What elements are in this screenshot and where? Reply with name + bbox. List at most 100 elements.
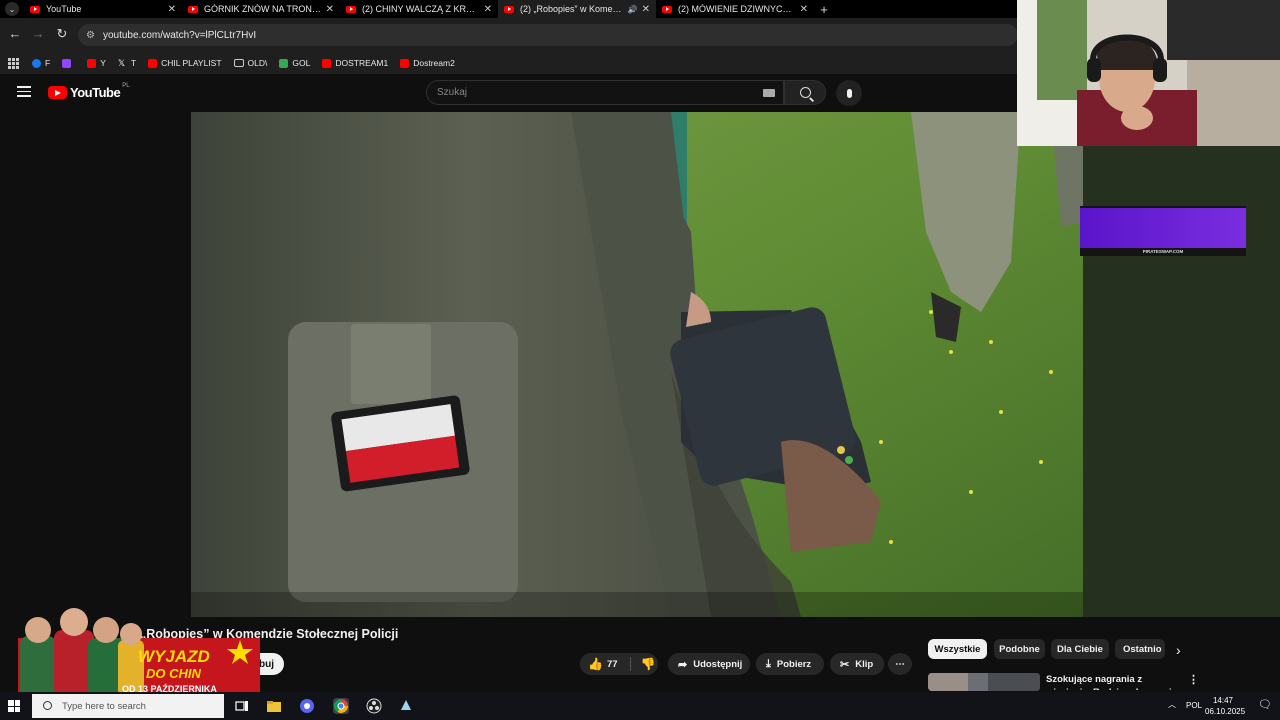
file-explorer-icon[interactable]: [266, 698, 282, 714]
promo-line1: WYJAZD: [138, 647, 210, 666]
recommendation-thumbnail[interactable]: [928, 673, 1040, 691]
obs-icon[interactable]: [366, 698, 382, 714]
url-text: youtube.com/watch?v=lPlCLtr7HvI: [102, 29, 257, 41]
tab-title: YouTube: [46, 4, 82, 14]
tab-title: (2) MÓWIENIE DZIWNYCH KOMENTARZY: [678, 4, 796, 14]
chip-recent[interactable]: Ostatnio: [1115, 639, 1165, 659]
apps-grid-icon[interactable]: [8, 58, 19, 69]
youtube-favicon-icon: [504, 5, 514, 13]
close-tab-icon[interactable]: ✕: [642, 4, 650, 15]
chip-related[interactable]: Podobne: [994, 639, 1045, 659]
chevron-right-icon[interactable]: ›: [1176, 642, 1181, 658]
video-player[interactable]: [191, 112, 1083, 617]
tab-search-button[interactable]: ⌄: [0, 0, 24, 18]
divider: [629, 657, 631, 671]
close-tab-icon[interactable]: ✕: [326, 4, 334, 15]
voice-search-button[interactable]: [836, 80, 862, 106]
bookmark-label: F: [45, 58, 51, 68]
chip-all[interactable]: Wszystkie: [928, 639, 987, 659]
clip-button[interactable]: ✂ Klip: [830, 653, 884, 675]
youtube-favicon-icon: [30, 5, 40, 13]
bookmark-label: Y: [100, 58, 106, 68]
dislike-icon[interactable]: 👎: [641, 657, 656, 671]
youtube-icon: [322, 58, 332, 68]
tab-title: GÓRNIK ZNÓW NA TRONIE! SPOTKANIE Z: [204, 4, 322, 14]
browser-tab-5[interactable]: (2) MÓWIENIE DZIWNYCH KOMENTARZY ✕: [656, 0, 814, 18]
new-tab-button[interactable]: +: [814, 0, 834, 18]
bookmark-item[interactable]: DOSTREAM1: [322, 58, 388, 68]
download-label: Pobierz: [776, 658, 812, 670]
chip-for-you[interactable]: Dla Ciebie: [1051, 639, 1109, 659]
browser-tab-4[interactable]: (2) „Robopies” w Komendzie 🔊 ✕: [498, 0, 656, 18]
bookmark-label: DOSTREAM1: [335, 58, 389, 68]
tab-title: (2) „Robopies” w Komendzie: [520, 4, 625, 14]
forward-arrow-icon[interactable]: →: [29, 26, 47, 41]
share-button[interactable]: ➦ Udostępnij: [668, 653, 750, 675]
close-tab-icon[interactable]: ✕: [168, 4, 176, 15]
stream-promo-banner: WYJAZD DO CHIN OD 13 PAŹDZIERNIKA: [18, 608, 260, 700]
search-button[interactable]: [784, 80, 826, 105]
twitch-icon: [62, 58, 72, 68]
chat-app-icon[interactable]: [299, 698, 315, 714]
search-input[interactable]: Szukaj: [426, 80, 784, 105]
system-clock[interactable]: 14:47 06.10.2025: [1205, 695, 1246, 717]
notifications-icon[interactable]: 🗨: [1258, 698, 1272, 711]
clock-date: 06.10.2025: [1205, 707, 1246, 716]
ad-caption: PIRATESWAP.COM: [1142, 249, 1184, 254]
promo-graphic: WYJAZD DO CHIN OD 13 PAŹDZIERNIKA: [18, 608, 260, 700]
bookmark-item[interactable]: F: [32, 58, 50, 68]
taskbar-search-placeholder: Type here to search: [62, 700, 146, 712]
youtube-play-icon: [48, 86, 67, 99]
bookmark-item[interactable]: Dostream2: [400, 58, 455, 68]
search-icon: [799, 87, 811, 98]
speaker-icon[interactable]: 🔊: [628, 5, 638, 14]
share-icon: ➦: [678, 658, 688, 671]
bookmark-label: T: [130, 58, 137, 68]
task-view-icon[interactable]: [234, 698, 250, 714]
bookmark-item[interactable]: GOL: [279, 58, 310, 68]
browser-tab-1[interactable]: YouTube ✕: [24, 0, 182, 18]
language-indicator[interactable]: POL: [1186, 701, 1202, 710]
like-count[interactable]: 77: [607, 659, 618, 670]
bookmark-label: CHIL PLAYLIST: [161, 58, 222, 68]
search-icon: [43, 700, 52, 710]
bookmark-item[interactable]: Y: [87, 58, 106, 68]
download-button[interactable]: ⤓ Pobierz: [756, 653, 824, 675]
windows-taskbar: Type here to search ︿ POL 14:47 06.10.20…: [0, 692, 1280, 720]
youtube-icon: [400, 58, 410, 68]
bookmark-item[interactable]: [62, 58, 75, 68]
like-icon[interactable]: 👍: [588, 657, 603, 671]
ad-banner-graphic: [1080, 208, 1246, 248]
bookmark-item[interactable]: CHIL PLAYLIST: [148, 58, 222, 68]
keyboard-icon[interactable]: [763, 89, 775, 97]
recommendation-menu-icon[interactable]: ⋮: [1188, 673, 1199, 686]
browser-tab-2[interactable]: GÓRNIK ZNÓW NA TRONIE! SPOTKANIE Z ✕: [182, 0, 340, 18]
browser-tab-3[interactable]: (2) CHINY WALCZĄ Z KRYZYSEM ✕: [340, 0, 498, 18]
more-actions-button[interactable]: ⋯: [888, 653, 912, 675]
promo-people: [20, 608, 144, 696]
scissors-icon: ✂: [840, 658, 850, 671]
site-info-icon[interactable]: ⚙: [86, 30, 95, 41]
facebook-icon: [32, 58, 41, 68]
windows-start-icon[interactable]: [8, 700, 20, 712]
menu-icon[interactable]: [17, 86, 31, 97]
app-icon[interactable]: [398, 698, 414, 714]
gol-icon: [279, 58, 289, 68]
bookmark-item[interactable]: 𝕏T: [118, 58, 136, 68]
ad-banner: PIRATESWAP.COM: [1080, 206, 1246, 256]
chrome-icon[interactable]: [333, 698, 349, 714]
reload-icon[interactable]: ↻: [53, 26, 71, 42]
clock-time: 14:47: [1212, 696, 1234, 705]
back-arrow-icon[interactable]: ←: [6, 26, 24, 41]
youtube-icon: [87, 58, 97, 68]
taskbar-search[interactable]: Type here to search: [32, 694, 224, 718]
youtube-logo[interactable]: YouTube PL: [48, 83, 130, 100]
tray-expand-icon[interactable]: ︿: [1168, 699, 1176, 710]
recommendation-title[interactable]: Szokujące nagrania z więzienia. Rodziny …: [1046, 673, 1186, 690]
close-tab-icon[interactable]: ✕: [800, 4, 808, 15]
close-tab-icon[interactable]: ✕: [484, 4, 492, 15]
video-frame: [191, 112, 1083, 617]
address-bar[interactable]: ⚙ youtube.com/watch?v=lPlCLtr7HvI: [78, 24, 1018, 46]
share-label: Udostępnij: [693, 658, 743, 670]
bookmark-item[interactable]: OLD\: [233, 58, 267, 68]
